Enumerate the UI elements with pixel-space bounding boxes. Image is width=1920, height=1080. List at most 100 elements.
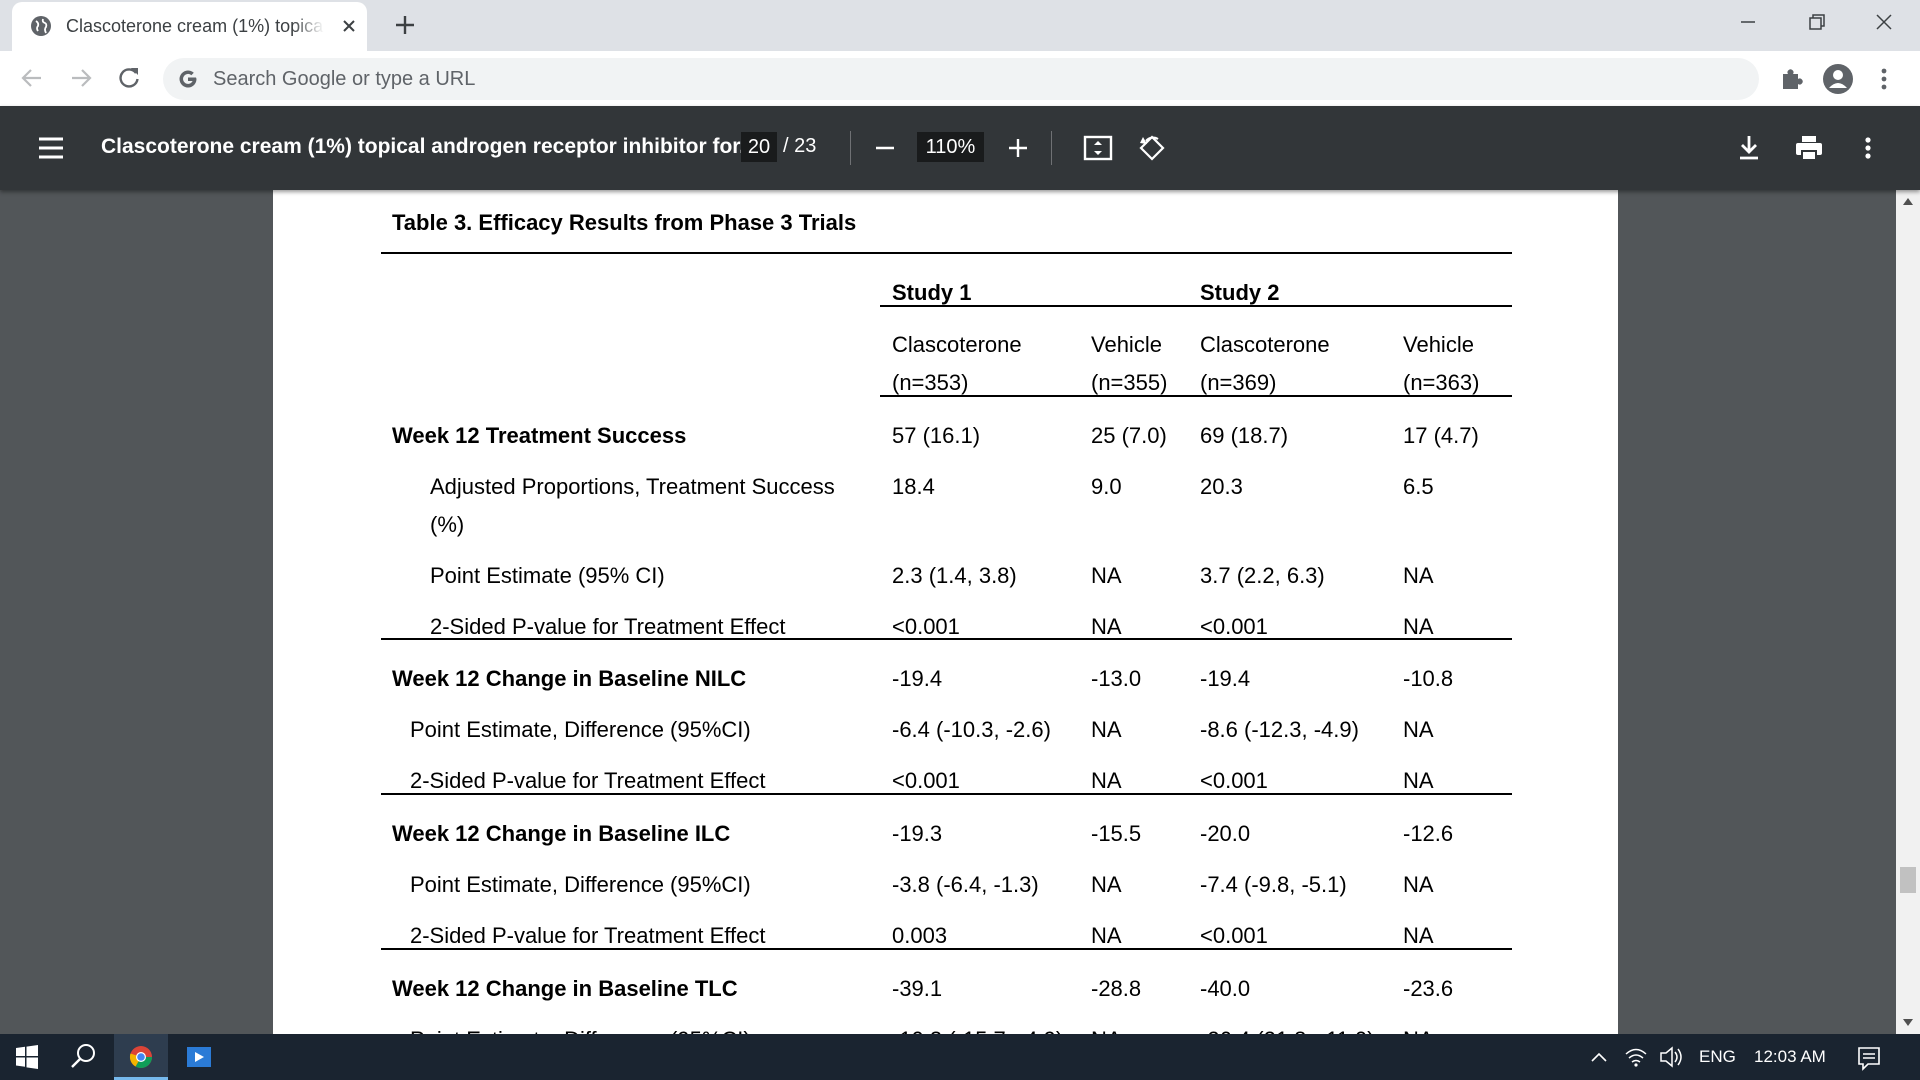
table-cell: NA bbox=[1091, 614, 1122, 639]
hamburger-icon[interactable] bbox=[36, 134, 66, 162]
media-app-icon bbox=[187, 1047, 211, 1067]
reload-icon[interactable] bbox=[115, 64, 143, 92]
print-icon[interactable] bbox=[1793, 132, 1825, 164]
row-label: Week 12 Change in Baseline ILC bbox=[392, 821, 731, 846]
row-label: Point Estimate, Difference (95%CI) bbox=[410, 1021, 751, 1034]
toolbar-divider bbox=[1051, 131, 1052, 165]
table-cell: NA bbox=[1091, 923, 1122, 948]
table-cell: -7.4 (-9.8, -5.1) bbox=[1200, 872, 1347, 897]
chevron-up-icon[interactable] bbox=[1587, 1034, 1611, 1080]
restore-icon[interactable] bbox=[1796, 8, 1836, 38]
table-cell: NA bbox=[1403, 768, 1434, 793]
row-label: Point Estimate (95% CI) bbox=[430, 563, 665, 588]
row-label: (%) bbox=[430, 512, 465, 537]
close-icon[interactable] bbox=[337, 14, 361, 38]
table-cell: -19.3 bbox=[892, 821, 943, 846]
globe-icon bbox=[31, 16, 51, 36]
taskbar-app[interactable] bbox=[172, 1034, 226, 1080]
omnibox-input[interactable] bbox=[213, 58, 1713, 100]
row-label: Point Estimate, Difference (95%CI) bbox=[410, 717, 751, 742]
account-icon[interactable] bbox=[1822, 63, 1854, 95]
scroll-down-arrow-icon[interactable] bbox=[1902, 1018, 1914, 1028]
table-cell: 17 (4.7) bbox=[1403, 423, 1479, 448]
scrollbar-thumb[interactable] bbox=[1900, 867, 1916, 893]
table-cell: <0.001 bbox=[1200, 614, 1268, 639]
download-icon[interactable] bbox=[1733, 132, 1765, 164]
pdf-viewer: Table 3. Efficacy Results from Phase 3 T… bbox=[0, 190, 1920, 1034]
pdf-document-title: Clascoterone cream (1%) topical androgen… bbox=[101, 135, 757, 158]
row-label: Week 12 Change in Baseline TLC bbox=[392, 976, 738, 1001]
row-label: Week 12 Change in Baseline NILC bbox=[392, 666, 747, 691]
arrow-right-icon[interactable] bbox=[67, 64, 95, 92]
pdf-toolbar: Clascoterone cream (1%) topical androgen… bbox=[0, 106, 1920, 190]
table-cell: -19.4 bbox=[892, 666, 943, 691]
windows-start-icon[interactable] bbox=[0, 1034, 54, 1080]
row-label: Adjusted Proportions, Treatment Success bbox=[430, 474, 835, 499]
search-icon[interactable] bbox=[58, 1034, 108, 1080]
table-cell: NA bbox=[1403, 717, 1434, 742]
omnibox[interactable] bbox=[163, 58, 1759, 100]
table-cell: -8.6 (-12.3, -4.9) bbox=[1200, 717, 1359, 742]
table-cell: NA bbox=[1091, 768, 1122, 793]
more-vert-icon[interactable] bbox=[1868, 63, 1900, 95]
vertical-scrollbar[interactable] bbox=[1896, 190, 1920, 1034]
taskbar-chrome[interactable] bbox=[114, 1034, 168, 1080]
google-g-icon bbox=[179, 70, 197, 88]
row-label: 2-Sided P-value for Treatment Effect bbox=[410, 768, 766, 793]
table-cell: 2.3 (1.4, 3.8) bbox=[892, 563, 1017, 588]
table-cell: -39.1 bbox=[892, 976, 943, 1001]
taskbar: ENG 12:03 AM bbox=[0, 1034, 1920, 1080]
table-rule-top bbox=[381, 252, 1512, 254]
tab-title: Clascoterone cream (1%) topical androgen… bbox=[66, 16, 324, 36]
scroll-up-arrow-icon[interactable] bbox=[1902, 196, 1914, 206]
table-cell: <0.001 bbox=[1200, 923, 1268, 948]
page-number-input[interactable] bbox=[741, 132, 777, 162]
table-cell: -28.8 bbox=[1091, 976, 1142, 1001]
column-header: Vehicle bbox=[1403, 332, 1474, 357]
fit-page-icon[interactable] bbox=[1082, 132, 1114, 164]
table-cell: 3.7 (2.2, 6.3) bbox=[1200, 563, 1325, 588]
table-cell: 69 (18.7) bbox=[1200, 423, 1289, 448]
column-header: Clascoterone bbox=[1200, 332, 1330, 357]
table-cell: -3.8 (-6.4, -1.3) bbox=[892, 872, 1039, 897]
study-header: Study 2 bbox=[1200, 280, 1280, 305]
browser-tab[interactable]: Clascoterone cream (1%) topical androgen… bbox=[12, 2, 367, 51]
zoom-level-input[interactable] bbox=[917, 132, 984, 162]
new-tab-plus-icon[interactable] bbox=[392, 12, 418, 38]
taskbar-clock[interactable]: 12:03 AM bbox=[1754, 1047, 1826, 1067]
browser-toolbar bbox=[0, 51, 1920, 106]
table-cell: 25 (7.0) bbox=[1091, 423, 1167, 448]
network-icon[interactable] bbox=[1623, 1034, 1649, 1080]
more-vert-icon[interactable] bbox=[1852, 132, 1884, 164]
column-header: (n=353) bbox=[892, 370, 969, 395]
table-cell: NA bbox=[1091, 872, 1122, 897]
table-cell: -19.4 bbox=[1200, 666, 1251, 691]
pdf-page: Table 3. Efficacy Results from Phase 3 T… bbox=[273, 190, 1618, 1034]
table-cell: -6.4 (-10.3, -2.6) bbox=[892, 717, 1051, 742]
row-label: 2-Sided P-value for Treatment Effect bbox=[430, 614, 786, 639]
table-cell: NA bbox=[1403, 872, 1434, 897]
tab-strip: Clascoterone cream (1%) topical androgen… bbox=[0, 0, 1920, 51]
plus-icon[interactable] bbox=[1002, 132, 1034, 164]
table-cell: -40.0 bbox=[1200, 976, 1251, 1001]
table-cell: NA bbox=[1091, 1021, 1122, 1034]
table-cell: NA bbox=[1403, 614, 1434, 639]
table-cell: 20.3 bbox=[1200, 474, 1243, 499]
minus-icon[interactable] bbox=[869, 132, 901, 164]
window-close-icon[interactable] bbox=[1864, 8, 1904, 38]
row-label: 2-Sided P-value for Treatment Effect bbox=[410, 923, 766, 948]
toolbar-divider bbox=[850, 131, 851, 165]
table-cell: -10.3 (-15.7, -4.9) bbox=[892, 1021, 1063, 1034]
puzzle-icon[interactable] bbox=[1776, 63, 1808, 95]
table-cell: -20.0 bbox=[1200, 821, 1251, 846]
table-cell: 6.5 bbox=[1403, 474, 1434, 499]
chrome-icon bbox=[129, 1046, 152, 1068]
language-indicator[interactable]: ENG bbox=[1699, 1047, 1736, 1067]
notifications-icon[interactable] bbox=[1854, 1034, 1884, 1080]
minimize-icon[interactable] bbox=[1728, 8, 1768, 38]
rotate-icon[interactable] bbox=[1136, 132, 1168, 164]
column-header: (n=355) bbox=[1091, 370, 1168, 395]
arrow-left-icon[interactable] bbox=[18, 64, 46, 92]
table-caption: Table 3. Efficacy Results from Phase 3 T… bbox=[392, 210, 857, 235]
volume-icon[interactable] bbox=[1658, 1034, 1684, 1080]
